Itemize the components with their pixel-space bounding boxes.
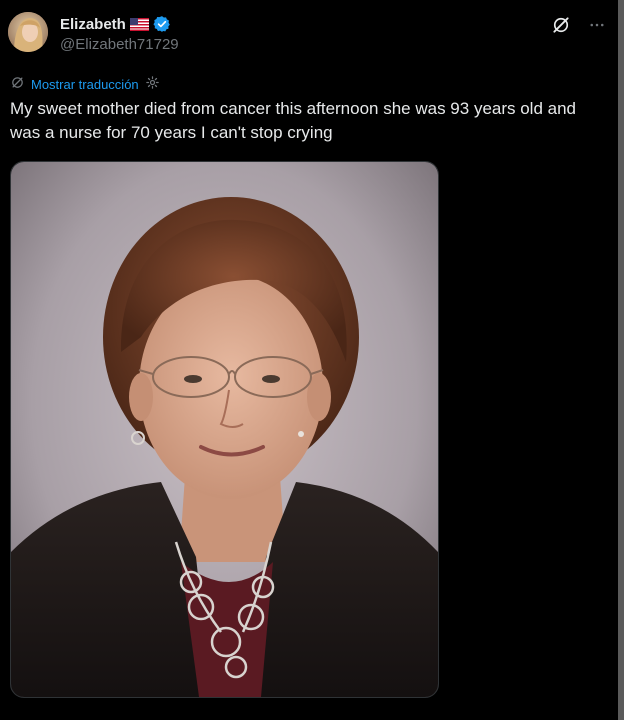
author-names: Elizabeth @Elizabeth71729: [60, 14, 179, 54]
show-translation-link[interactable]: Mostrar traducción: [31, 77, 139, 92]
grok-icon[interactable]: [550, 14, 572, 36]
tweet-photo[interactable]: [10, 161, 439, 698]
avatar[interactable]: [8, 12, 48, 52]
us-flag-icon: [129, 17, 149, 31]
tweet-top-actions: [550, 14, 608, 36]
more-dots-icon[interactable]: [586, 14, 608, 36]
tweet: Elizabeth @Elizabeth71729 Mostrar traduc…: [0, 0, 618, 720]
gear-icon[interactable]: [145, 75, 160, 93]
window-edge: [618, 0, 624, 720]
tweet-header: Elizabeth @Elizabeth71729: [8, 12, 608, 60]
translation-row: Mostrar traducción: [10, 75, 160, 93]
tweet-text: My sweet mother died from cancer this af…: [10, 99, 577, 142]
author-display-name[interactable]: Elizabeth: [60, 16, 126, 33]
verified-badge-icon[interactable]: [153, 15, 171, 33]
translate-icon: [10, 75, 25, 93]
author-handle[interactable]: @Elizabeth71729: [60, 36, 179, 53]
